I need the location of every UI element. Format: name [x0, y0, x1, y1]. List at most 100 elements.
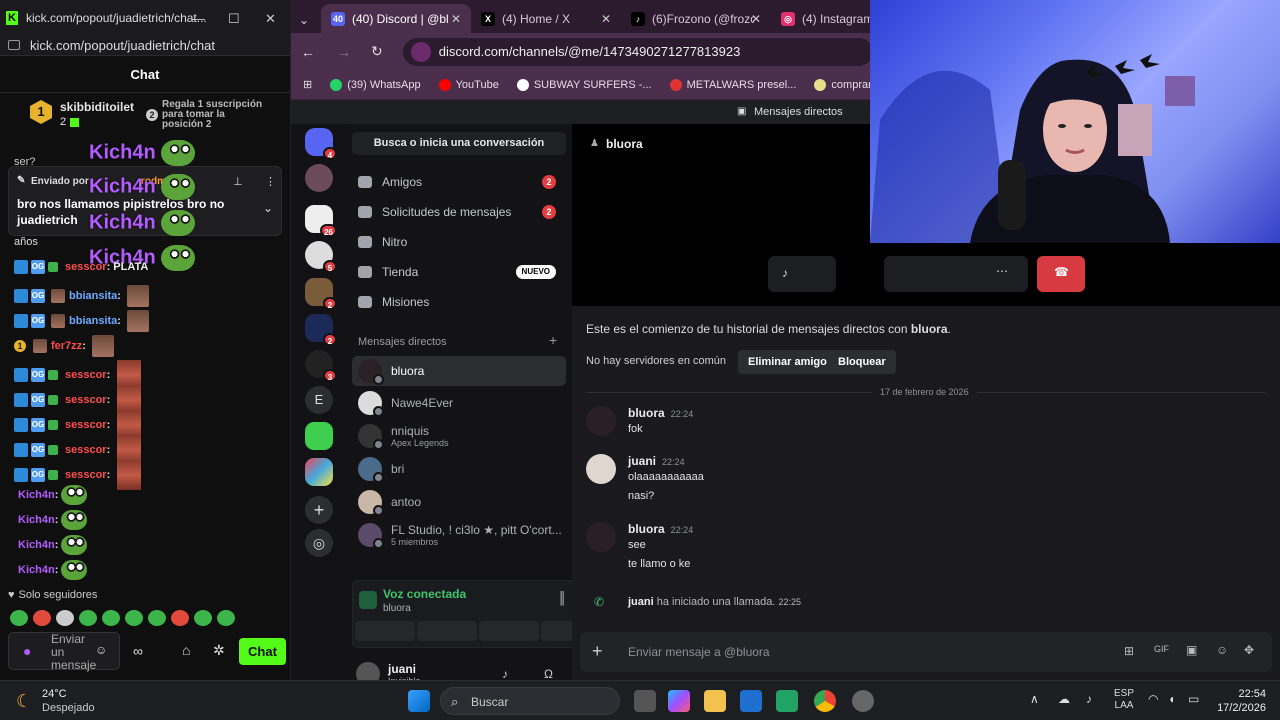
close-tab-icon[interactable]: ✕	[601, 12, 611, 26]
onedrive-icon[interactable]: ☁	[1058, 692, 1070, 706]
server-icon[interactable]: 3	[305, 350, 337, 382]
language-indicator[interactable]: ESP LAA	[1114, 688, 1134, 712]
unpin-icon[interactable]: ⊥	[233, 175, 243, 188]
chat-username[interactable]: sesscor	[65, 369, 107, 381]
chevron-up-icon[interactable]: ∧	[1030, 692, 1039, 706]
chat-input[interactable]: ● Enviar un mensaje ☺	[8, 632, 120, 672]
message-avatar[interactable]	[586, 406, 616, 436]
chat-username[interactable]: sesscor	[65, 261, 107, 273]
back-icon[interactable]: ←	[301, 44, 315, 60]
message-author[interactable]: bluora	[628, 522, 665, 536]
server-icon[interactable]	[305, 164, 333, 192]
message-author[interactable]: bluora	[628, 406, 665, 420]
message-input[interactable]: + Enviar mensaje a @bluora ⊞ GIF ▣ ☺ ✥	[580, 632, 1272, 672]
site-info-icon[interactable]	[410, 41, 431, 62]
attach-plus-icon[interactable]: +	[592, 641, 603, 662]
more-options-icon[interactable]: ⋮	[265, 175, 276, 188]
server-icon[interactable]: 2	[305, 278, 337, 310]
message-avatar[interactable]	[586, 454, 616, 484]
end-call-button[interactable]: ☎	[1037, 256, 1085, 292]
task-view-icon[interactable]	[634, 690, 656, 712]
add-server-icon[interactable]: +	[305, 496, 333, 524]
excel-icon[interactable]	[776, 690, 798, 712]
send-chat-button[interactable]: Chat	[239, 638, 286, 665]
nav-item[interactable]: Nitro	[354, 228, 566, 256]
screen-share-button[interactable]	[417, 621, 477, 641]
server-icon[interactable]: E	[305, 386, 333, 414]
dm-item[interactable]: antoo	[352, 487, 566, 517]
emote-quick-bar[interactable]	[10, 610, 240, 629]
expand-chevron-icon[interactable]: ⌄	[263, 201, 273, 215]
apps-icon[interactable]: ✥	[1244, 643, 1254, 657]
browser-tab[interactable]: X (4) Home / X ✕	[471, 4, 621, 33]
message-avatar[interactable]	[586, 522, 616, 552]
taskbar-search[interactable]: ⌕ Buscar	[440, 687, 620, 715]
noise-suppression-icon[interactable]: ║	[558, 591, 567, 605]
minimize-icon[interactable]: —	[192, 11, 205, 26]
dm-item[interactable]: bluora	[352, 356, 566, 386]
close-tab-icon[interactable]: ✕	[751, 12, 761, 26]
battery-icon[interactable]: ▭	[1188, 692, 1199, 706]
dm-item[interactable]: nniquis Apex Legends	[352, 421, 566, 451]
close-icon[interactable]: ✕	[265, 11, 276, 27]
chat-username[interactable]: fer7zz	[51, 340, 82, 352]
chat-username[interactable]: sesscor	[65, 394, 107, 406]
new-dm-icon[interactable]: +	[549, 332, 557, 348]
dm-item[interactable]: FL Studio, ! ci3lo ★, pitt O'cort... 5 mi…	[352, 520, 566, 550]
microphone-icon[interactable]: ♪	[502, 667, 508, 681]
gif-icon[interactable]: GIF	[1154, 644, 1169, 654]
chat-username[interactable]: bbiansita	[69, 290, 117, 302]
word-icon[interactable]	[740, 690, 762, 712]
emoji-icon[interactable]: ☺	[95, 643, 107, 657]
top-gifter-name[interactable]: skibbiditoilet	[60, 100, 134, 114]
nav-item[interactable]: Solicitudes de mensajes 2	[354, 198, 566, 226]
chain-icon[interactable]: ∞	[133, 643, 143, 659]
remove-friend-button[interactable]: Eliminar amigo	[738, 350, 837, 374]
gift-icon[interactable]: ⊞	[1124, 644, 1134, 658]
signal-icon[interactable]	[359, 591, 377, 609]
microphone-icon[interactable]: ♪	[1086, 692, 1092, 706]
copilot-icon[interactable]	[668, 690, 690, 712]
nav-item[interactable]: Misiones	[354, 288, 566, 316]
bookmark[interactable]: METALWARS presel...	[669, 78, 796, 91]
dm-item[interactable]: bri	[352, 454, 566, 484]
message-author[interactable]: juani	[628, 454, 656, 468]
chat-username[interactable]: bbiansita	[69, 315, 117, 327]
volume-icon[interactable]: ◖	[1168, 692, 1175, 706]
activities-button[interactable]	[479, 621, 539, 641]
chat-username[interactable]: sesscor	[65, 469, 107, 481]
settings-gear-icon[interactable]: ✲	[213, 642, 225, 659]
discover-icon[interactable]: ◎	[305, 529, 333, 557]
nav-item[interactable]: Tienda NUEVO	[354, 258, 566, 286]
apps-grid-icon[interactable]: ⊞	[303, 78, 312, 91]
chat-username[interactable]: Kich4n	[18, 564, 55, 576]
camera-button[interactable]	[822, 256, 882, 292]
bookmark[interactable]: YouTube	[438, 78, 499, 91]
emoji-icon[interactable]: ☺	[1216, 643, 1228, 657]
bookmark[interactable]: comprar	[814, 78, 872, 91]
file-explorer-icon[interactable]	[704, 690, 726, 712]
block-button[interactable]: Bloquear	[828, 350, 896, 374]
mic-icon[interactable]: ●	[23, 643, 31, 659]
forward-icon[interactable]: →	[337, 44, 351, 60]
tab-search-icon[interactable]: ⌄	[299, 7, 321, 33]
address-bar[interactable]: discord.com/channels/@me/147349027127781…	[402, 37, 873, 66]
nav-item[interactable]: Amigos 2	[354, 168, 566, 196]
maximize-icon[interactable]: ☐	[228, 11, 240, 27]
start-icon[interactable]	[408, 690, 430, 712]
store-icon[interactable]: ⌂	[182, 642, 190, 658]
discord-home-icon[interactable]: 4	[305, 128, 337, 160]
bookmark[interactable]: (39) WhatsApp	[330, 78, 421, 91]
chat-username[interactable]: sesscor	[65, 419, 107, 431]
chat-username[interactable]: Kich4n	[18, 514, 55, 526]
server-icon[interactable]: 5	[305, 241, 337, 273]
chrome-icon[interactable]	[814, 690, 836, 712]
bookmark[interactable]: SUBWAY SURFERS -...	[516, 78, 652, 91]
browser-tab[interactable]: ♪ (6)Frozono (@frozon ✕	[621, 4, 771, 33]
video-toggle-button[interactable]	[355, 621, 415, 641]
headphones-icon[interactable]: Ω	[544, 667, 553, 681]
browser-tab[interactable]: 40 (40) Discord | @bl ✕	[321, 4, 471, 33]
chat-username[interactable]: Kich4n	[18, 489, 55, 501]
reload-icon[interactable]: ↻	[371, 43, 383, 60]
clock-date[interactable]: 17/2/2026	[1206, 702, 1266, 714]
